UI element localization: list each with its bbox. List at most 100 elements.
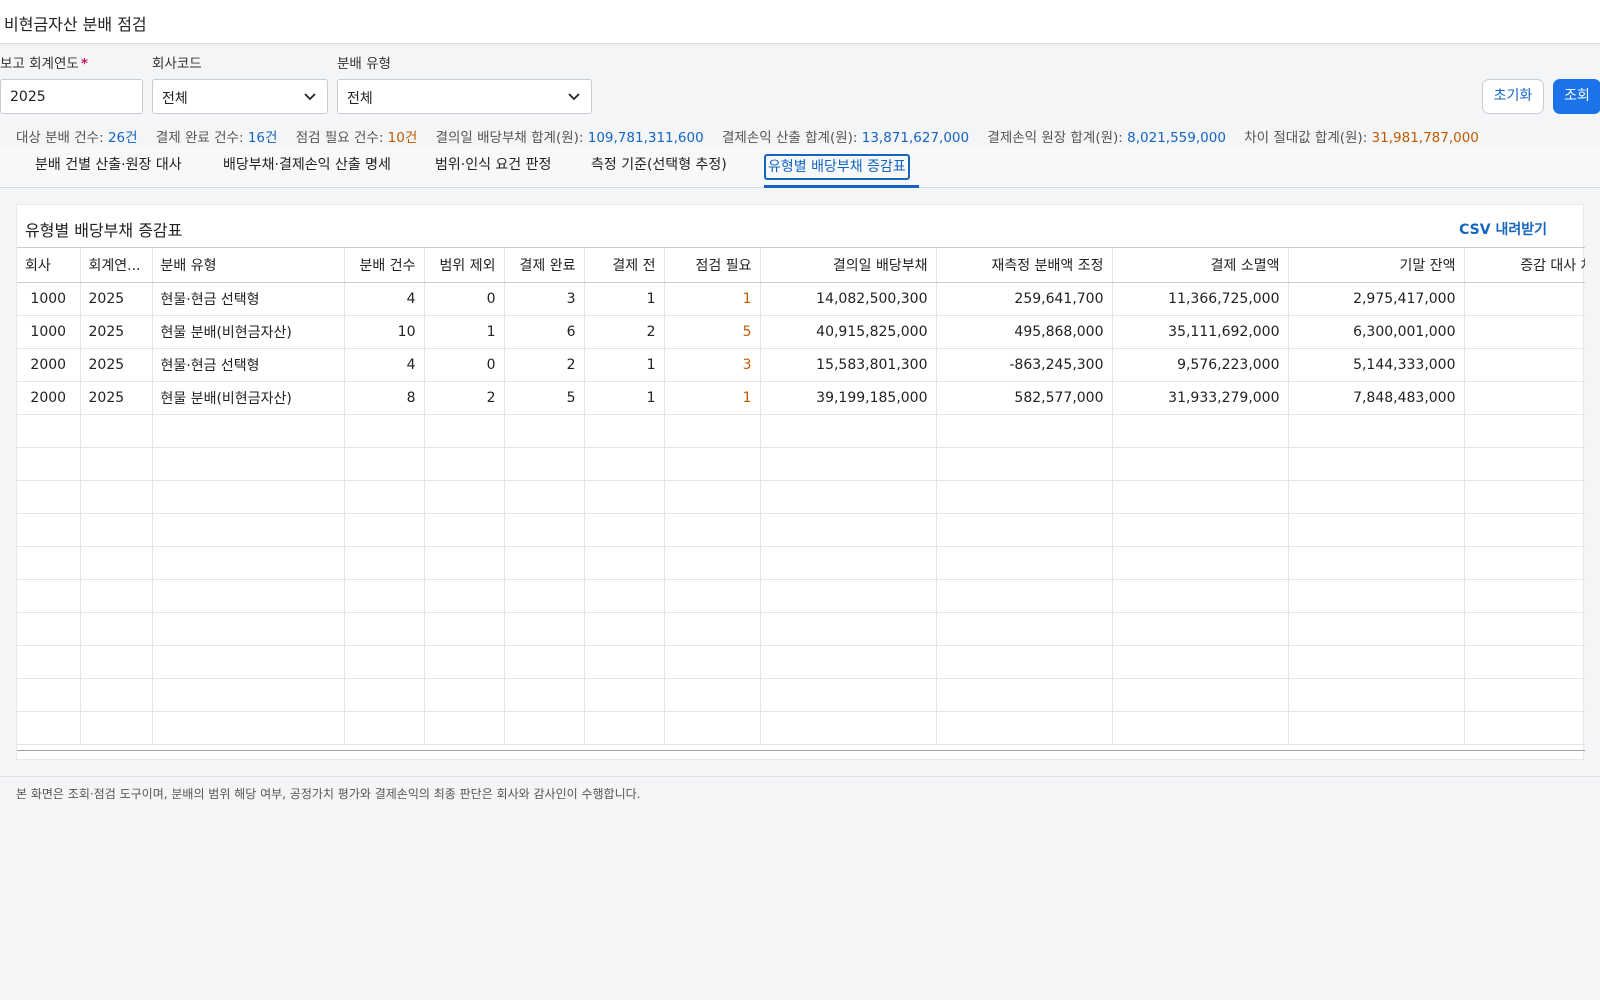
cell-company: 1000 (17, 282, 81, 316)
cell-check-needed: 3 (664, 348, 761, 382)
title-bar: 비현금자산 분배 점검 (0, 0, 1600, 44)
cell-ending-balance: 6,300,001,000 (1288, 315, 1465, 349)
year-field-label: 보고 회계연도 * (0, 52, 88, 72)
summary-label: 결제손익 산출 합계(원): (722, 130, 858, 146)
summary-item: 대상 분배 건수: 26건 (16, 130, 138, 146)
cell-unsettled: 1 (584, 381, 665, 415)
cell-unsettled: 1 (584, 282, 665, 316)
column-header[interactable]: 회계연... (80, 248, 153, 283)
column-header[interactable]: 점검 필요 (664, 248, 761, 283)
cell-check-needed: 1 (664, 381, 761, 415)
summary-label: 점검 필요 건수: (295, 130, 384, 146)
cell-year: 2025 (80, 282, 153, 316)
summary-item: 결의일 배당부채 합계(원): 109,781,311,600 (436, 130, 704, 146)
cell-declared-liability: 14,082,500,300 (760, 282, 937, 316)
cell-type: 현물·현금 선택형 (152, 282, 345, 316)
reset-button[interactable]: 초기화 (1482, 79, 1544, 114)
cell-settled: 5 (504, 381, 585, 415)
cell-diff (1464, 381, 1585, 415)
csv-download-button[interactable]: CSV 내려받기 (1459, 219, 1547, 239)
column-header[interactable]: 결제 소멸액 (1112, 248, 1289, 283)
column-header[interactable]: 증감 대사 차 (1464, 248, 1585, 283)
empty-row (17, 480, 1585, 514)
summary-value: 26건 (107, 130, 138, 146)
summary-item: 결제손익 산출 합계(원): 13,871,627,000 (722, 130, 969, 146)
cell-unsettled: 1 (584, 348, 665, 382)
data-grid: 회사 회계연... 분배 유형 분배 건수 범위 제외 결제 완료 결제 전 점… (17, 247, 1585, 751)
column-header[interactable]: 결제 완료 (504, 248, 585, 283)
cell-year: 2025 (80, 348, 153, 382)
tab-bar: 분배 건별 산출·원장 대사 배당부채·결제손익 산출 명세 범위·인식 요건 … (0, 146, 1600, 188)
cell-diff (1464, 348, 1585, 382)
summary-item: 점검 필요 건수: 10건 (296, 130, 418, 146)
cell-declared-liability: 40,915,825,000 (760, 315, 937, 349)
year-label-text: 보고 회계연도 (0, 56, 79, 72)
cell-ending-balance: 2,975,417,000 (1288, 282, 1465, 316)
cell-check-needed: 1 (664, 282, 761, 316)
empty-row (17, 579, 1585, 613)
rollforward-panel: 유형별 배당부채 증감표 CSV 내려받기 회사 회계연... 분배 유형 분배… (16, 204, 1585, 760)
cell-diff (1464, 315, 1585, 349)
cell-count: 10 (344, 315, 425, 349)
table-row[interactable]: 1000 2025 현물 분배(비현금자산) 10 1 6 2 5 40,915… (17, 315, 1585, 349)
company-select[interactable]: 전체 (152, 79, 328, 114)
column-header[interactable]: 회사 (17, 248, 81, 283)
summary-value: 31,981,787,000 (1371, 130, 1479, 146)
table-row[interactable]: 2000 2025 현물 분배(비현금자산) 8 2 5 1 1 39,199,… (17, 381, 1585, 415)
cell-settled: 6 (504, 315, 585, 349)
tab-measurement-basis[interactable]: 측정 기준(선택형 추정) (591, 154, 727, 180)
table-row[interactable]: 1000 2025 현물·현금 선택형 4 0 3 1 1 14,082,500… (17, 282, 1585, 316)
cell-unsettled: 2 (584, 315, 665, 349)
cell-declared-liability: 15,583,801,300 (760, 348, 937, 382)
empty-row (17, 678, 1585, 712)
search-button[interactable]: 조회 (1553, 79, 1600, 114)
cell-year: 2025 (80, 381, 153, 415)
cell-company: 1000 (17, 315, 81, 349)
tab-liability-rollforward[interactable]: 유형별 배당부채 증감표 (764, 154, 910, 180)
summary-label: 결의일 배당부채 합계(원): (435, 130, 584, 146)
column-header[interactable]: 기말 잔액 (1288, 248, 1465, 283)
summary-item: 결제손익 원장 합계(원): 8,021,559,000 (987, 130, 1226, 146)
summary-value: 16건 (247, 130, 278, 146)
summary-label: 결제손익 원장 합계(원): (987, 130, 1123, 146)
summary-item: 차이 절대값 합계(원): 31,981,787,000 (1244, 130, 1479, 146)
summary-label: 결제 완료 건수: (155, 130, 244, 146)
cell-settlement: 9,576,223,000 (1112, 348, 1289, 382)
type-label: 분배 유형 (337, 56, 391, 72)
cell-remeasurement: -863,245,300 (936, 348, 1113, 382)
column-header[interactable]: 분배 유형 (152, 248, 345, 283)
column-header[interactable]: 범위 제외 (424, 248, 505, 283)
panel-title: 유형별 배당부채 증감표 (25, 221, 183, 240)
company-select-value: 전체 (162, 91, 188, 107)
rollforward-table: 회사 회계연... 분배 유형 분배 건수 범위 제외 결제 완료 결제 전 점… (17, 248, 1585, 745)
cell-excluded: 0 (424, 348, 505, 382)
chevron-down-icon (304, 93, 316, 101)
cell-count: 4 (344, 282, 425, 316)
empty-row (17, 711, 1585, 745)
summary-bar: 대상 분배 건수: 26건 결제 완료 건수: 16건 점검 필요 건수: 10… (16, 126, 1493, 146)
cell-count: 4 (344, 348, 425, 382)
cell-year: 2025 (80, 315, 153, 349)
page-title: 비현금자산 분배 점검 (4, 15, 147, 34)
summary-label: 대상 분배 건수: (16, 130, 104, 146)
column-header[interactable]: 분배 건수 (344, 248, 425, 283)
tab-distribution-reconciliation[interactable]: 분배 건별 산출·원장 대사 (35, 154, 182, 180)
year-input[interactable]: 2025 (0, 79, 143, 114)
column-header[interactable]: 결제 전 (584, 248, 665, 283)
empty-row (17, 513, 1585, 547)
table-row[interactable]: 2000 2025 현물·현금 선택형 4 0 2 1 3 15,583,801… (17, 348, 1585, 382)
footer-disclaimer: 본 화면은 조회·점검 도구이며, 분배의 범위 해당 여부, 공정가치 평가와… (0, 776, 1600, 806)
cell-type: 현물 분배(비현금자산) (152, 381, 345, 415)
type-select[interactable]: 전체 (337, 79, 592, 114)
table-header-row: 회사 회계연... 분배 유형 분배 건수 범위 제외 결제 완료 결제 전 점… (17, 248, 1585, 283)
company-label: 회사코드 (152, 56, 202, 72)
cell-declared-liability: 39,199,185,000 (760, 381, 937, 415)
summary-value: 10건 (387, 130, 418, 146)
column-header[interactable]: 결의일 배당부채 (760, 248, 937, 283)
footer-text: 본 화면은 조회·점검 도구이며, 분배의 범위 해당 여부, 공정가치 평가와… (16, 787, 641, 801)
column-header[interactable]: 재측정 분배액 조정 (936, 248, 1113, 283)
tab-liability-calculation[interactable]: 배당부채·결제손익 산출 명세 (223, 154, 391, 180)
tab-scope-recognition[interactable]: 범위·인식 요건 판정 (435, 154, 551, 180)
summary-value: 13,871,627,000 (861, 130, 970, 146)
cell-excluded: 2 (424, 381, 505, 415)
